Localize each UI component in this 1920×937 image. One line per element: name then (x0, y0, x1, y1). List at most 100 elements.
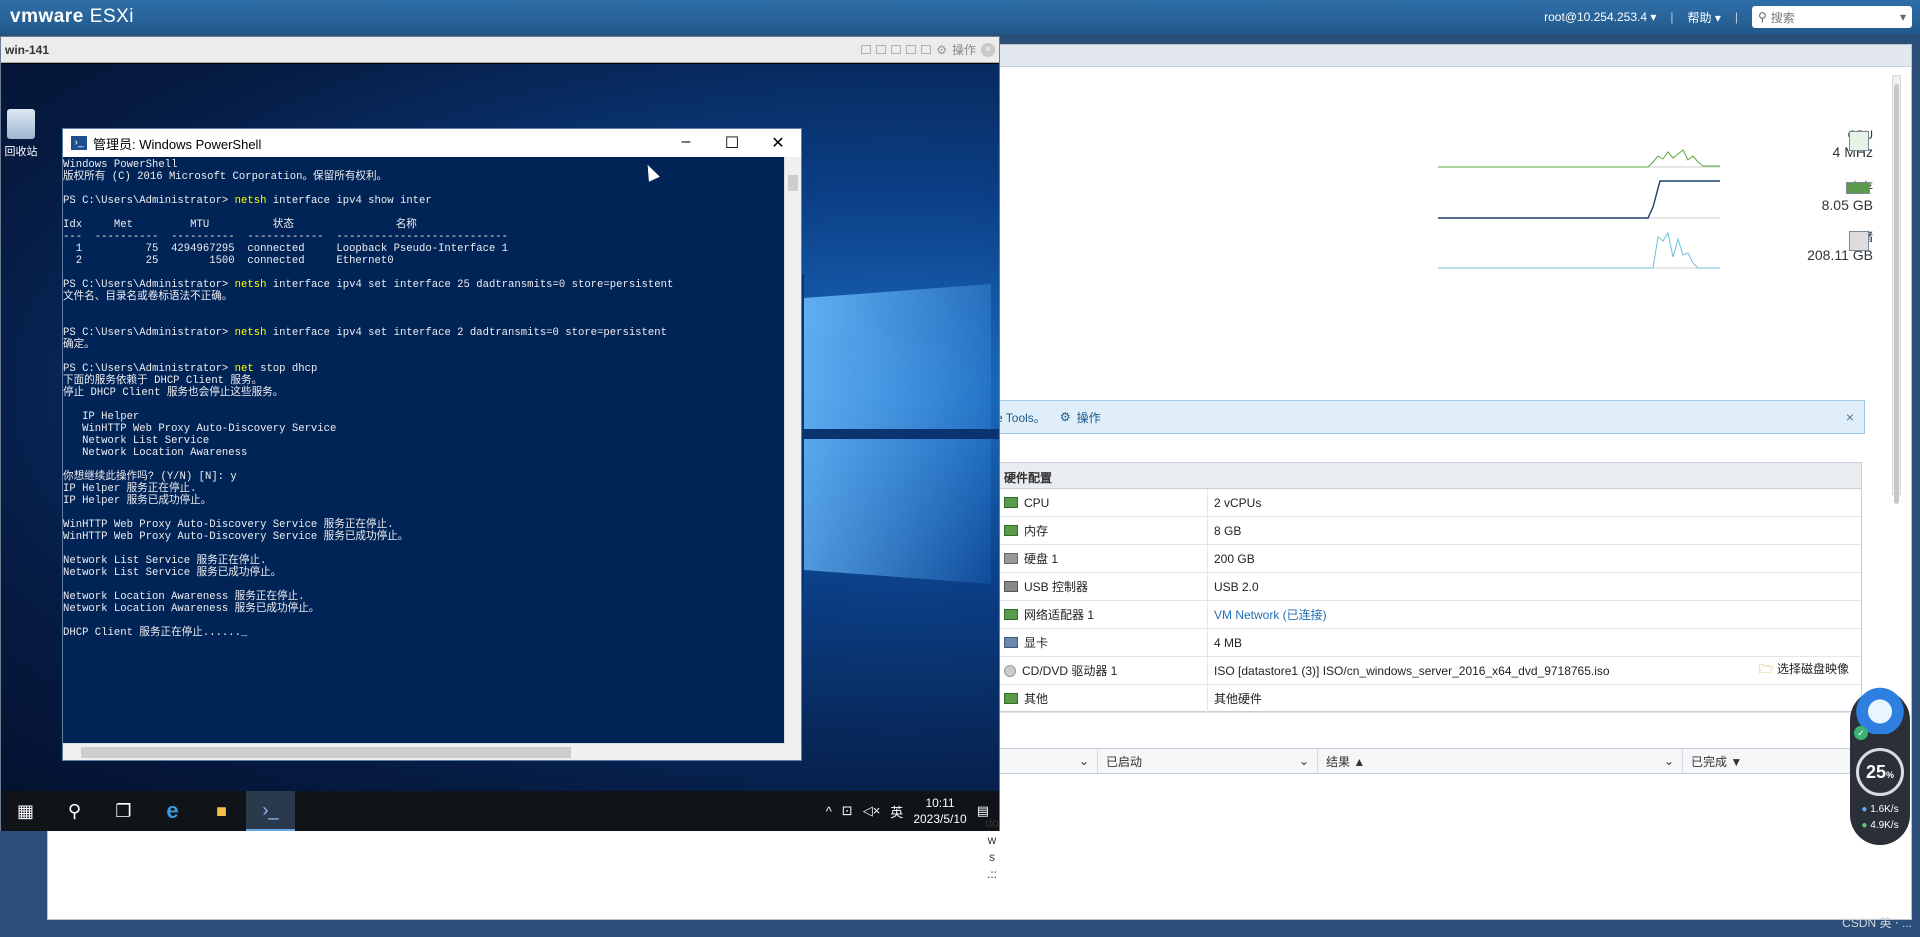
column-header-completed[interactable]: 已完成 ▼ (1682, 749, 1862, 773)
powershell-taskbar-button[interactable]: ›_ (246, 791, 295, 831)
scroll-corner (784, 743, 801, 760)
search-input[interactable]: ⚲ 搜索 ▾ (1752, 6, 1912, 28)
chevron-down-icon[interactable]: ⌄ (1664, 754, 1674, 768)
vm-console-window[interactable]: win-141 ⚙ 操作 × 回收站 ▦ ⚲ ❐ e ■ ›_ ^ ⊡ ◁× 英… (0, 36, 1000, 831)
minimize-button[interactable]: – (663, 133, 709, 153)
column-label: 结果 ▲ (1326, 754, 1366, 769)
scroll-thumb[interactable] (1894, 84, 1899, 504)
notice-action-button[interactable]: 操作 (1077, 409, 1101, 426)
side-text-line: do (985, 816, 999, 830)
command-args: interface ipv4 set interface 25 dadtrans… (266, 279, 674, 291)
column-header-result[interactable]: 结果 ▲ ⌄ (1317, 749, 1682, 773)
search-icon: ⚲ (67, 800, 82, 821)
row-key: 网络适配器 1 (1024, 608, 1095, 622)
table-row[interactable]: 网络适配器 1 VM Network (已连接) (998, 601, 1861, 629)
cpu-icon (1004, 497, 1018, 508)
notice-text: e Tools。 (996, 410, 1046, 425)
powershell-titlebar[interactable]: ›_ 管理员: Windows PowerShell – ☐ ✕ (63, 129, 801, 157)
console-line: IP Helper (63, 411, 140, 423)
vm-console-titlebar[interactable]: win-141 ⚙ 操作 × (1, 37, 999, 63)
folder-icon: ■ (216, 800, 227, 821)
network-monitor-widget[interactable]: ✓ 25% ● 1.6K/s ● 4.9K/s (1850, 684, 1910, 845)
table-row[interactable]: USB 控制器 USB 2.0 (998, 573, 1861, 601)
recycle-bin-icon (7, 109, 35, 139)
close-icon[interactable]: × (1846, 409, 1854, 425)
keyboard-icon[interactable] (906, 45, 917, 54)
memory-icon (1004, 525, 1018, 536)
ime-indicator[interactable]: 英 (890, 802, 903, 821)
clock-time: 10:11 (925, 796, 955, 810)
console-output[interactable]: Windows PowerShell 版权所有 (C) 2016 Microsof… (63, 157, 784, 743)
network-link[interactable]: VM Network (已连接) (1214, 606, 1327, 623)
scroll-thumb[interactable] (81, 747, 571, 758)
clock-date: 2023/5/10 (913, 812, 967, 826)
vm-actions-menu[interactable]: 操作 (952, 41, 976, 58)
separator: | (1734, 10, 1738, 24)
task-view-button[interactable]: ❐ (99, 791, 148, 831)
windows-start-icon: ▦ (16, 800, 34, 821)
window-icon[interactable] (891, 45, 902, 54)
recycle-bin-shortcut[interactable]: 回收站 (1, 109, 41, 159)
powershell-window[interactable]: ›_ 管理员: Windows PowerShell – ☐ ✕ Windows… (62, 128, 802, 761)
disk-icon (1004, 553, 1018, 564)
row-key: 内存 (1024, 524, 1049, 538)
table-row[interactable]: 硬盘 1 200 GB (998, 545, 1861, 573)
column-header[interactable]: ⌄ (997, 749, 1097, 773)
row-value: USB 2.0 (1214, 579, 1259, 594)
scroll-thumb[interactable] (788, 175, 798, 191)
chevron-down-icon[interactable]: ⌄ (1299, 754, 1309, 768)
console-line: WinHTTP Web Proxy Auto-Discovery Service… (63, 519, 394, 531)
window-icon[interactable] (876, 45, 887, 54)
select-disk-image-button[interactable]: 🗁 选择磁盘映像 (1759, 660, 1849, 681)
ie-taskbar-button[interactable]: e (148, 791, 197, 831)
table-row[interactable]: 内存 8 GB (998, 517, 1861, 545)
user-menu[interactable]: root@10.254.253.4 ▾ (1544, 10, 1656, 24)
close-icon[interactable]: × (981, 42, 995, 57)
network-icon[interactable]: ⊡ (842, 803, 853, 819)
vmware-logo[interactable]: vmware ESXi (10, 6, 134, 28)
gear-icon[interactable]: ⚙ (936, 43, 947, 57)
chevron-up-icon[interactable]: ^ (826, 804, 832, 819)
chevron-down-icon[interactable]: ⌄ (1079, 754, 1089, 768)
maximize-button[interactable]: ☐ (709, 133, 755, 153)
table-row[interactable]: 其他 其他硬件 (998, 685, 1861, 713)
help-menu[interactable]: 帮助 ▾ (1688, 9, 1721, 26)
explorer-taskbar-button[interactable]: ■ (197, 791, 246, 831)
console-line: DHCP Client 服务正在停止......_ (63, 627, 248, 639)
cpu-icon (1849, 131, 1869, 151)
display-icon (1004, 637, 1018, 648)
table-row[interactable]: 显卡 4 MB (998, 629, 1861, 657)
search-button[interactable]: ⚲ (50, 791, 99, 831)
prompt-text: PS C:\Users\Administrator> (63, 195, 235, 207)
console-line: 1 75 4294967295 connected Loopback Pseud… (63, 243, 509, 255)
column-header-started[interactable]: 已启动 ⌄ (1097, 749, 1317, 773)
esxi-scrollbar[interactable] (1892, 75, 1901, 504)
console-line: Network List Service 服务正在停止. (63, 555, 267, 567)
row-value: 2 vCPUs (1214, 495, 1262, 510)
table-row[interactable]: CD/DVD 驱动器 1 ISO [datastore1 (3)] ISO/cn_… (998, 657, 1861, 685)
flag-icon[interactable] (921, 45, 932, 54)
tools-notice: e Tools。 ⚙ 操作 × (995, 400, 1865, 434)
volume-muted-icon[interactable]: ◁× (863, 803, 881, 819)
horizontal-scrollbar[interactable] (63, 743, 784, 760)
taskbar-clock[interactable]: 10:11 2023/5/10 (913, 795, 966, 827)
console-line: Network List Service (63, 435, 210, 447)
start-button[interactable]: ▦ (1, 791, 50, 831)
window-icon[interactable] (861, 45, 872, 54)
network-adapter-icon (1004, 609, 1018, 620)
gear-icon[interactable]: ⚙ (1060, 410, 1071, 424)
chevron-down-icon[interactable]: ▾ (1900, 10, 1906, 24)
table-row[interactable]: CPU 2 vCPUs (998, 489, 1861, 517)
close-button[interactable]: ✕ (755, 133, 801, 153)
hardware-config-panel: 硬件配置 CPU 2 vCPUs 内存 8 GB 硬盘 1 200 GB USB 控制… (997, 462, 1862, 713)
column-label: 已启动 (1106, 754, 1143, 769)
panel-title: 硬件配置 (998, 463, 1861, 489)
vertical-scrollbar[interactable] (784, 157, 801, 743)
console-line: 文件名、目录名或卷标语法不正确。 (63, 291, 233, 303)
console-line: WinHTTP Web Proxy Auto-Discovery Service… (63, 531, 409, 543)
